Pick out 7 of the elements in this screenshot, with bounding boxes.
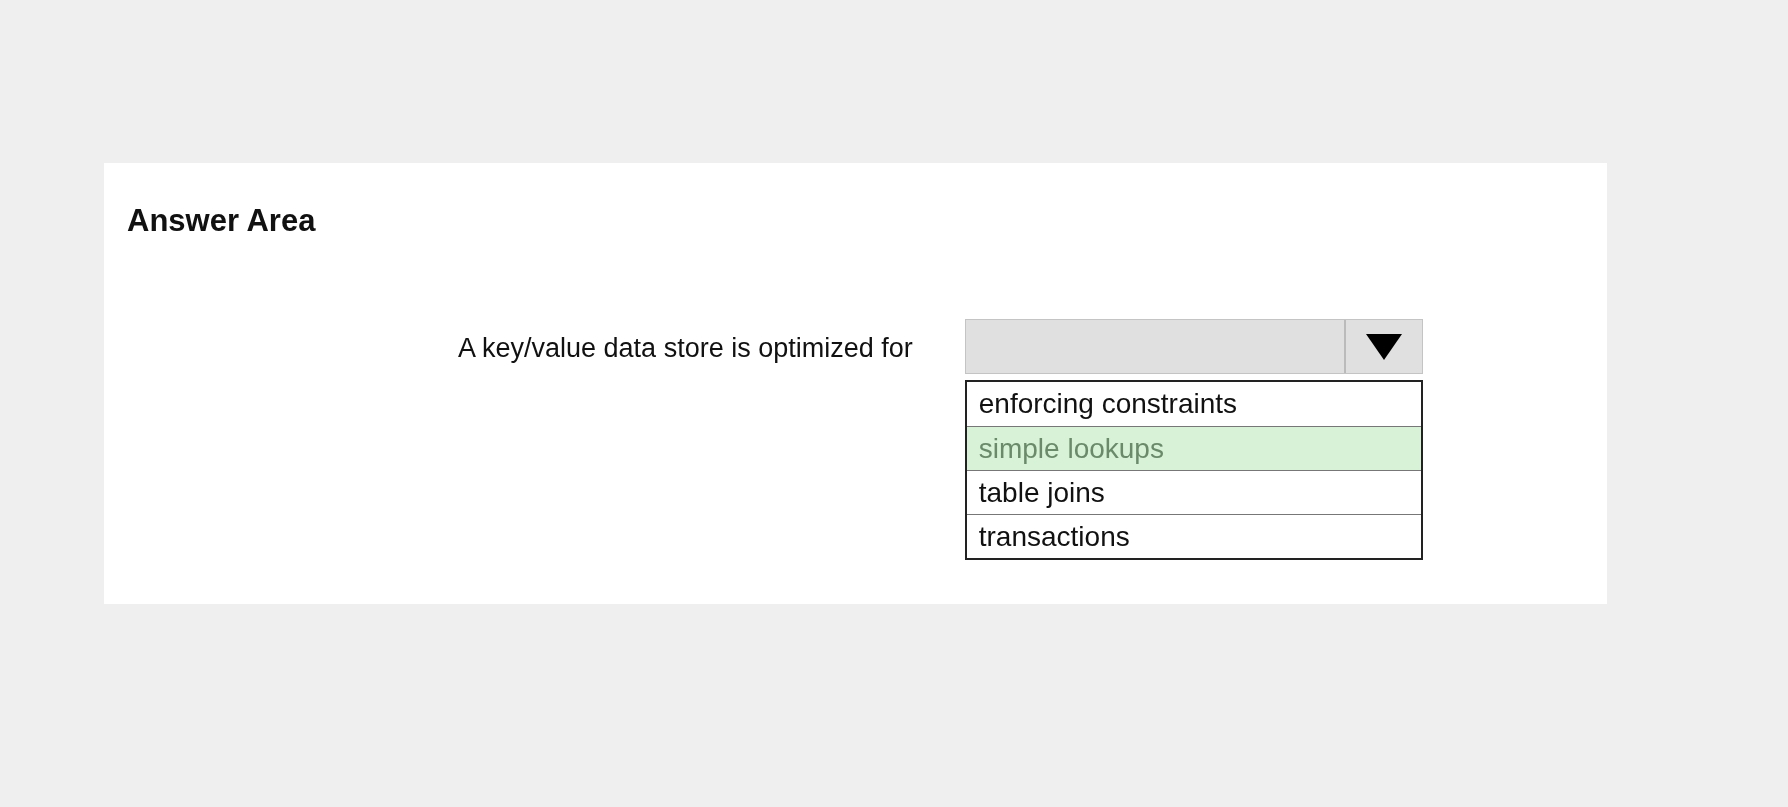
dropdown-option[interactable]: transactions: [966, 514, 1421, 558]
dropdown-option[interactable]: enforcing constraints: [966, 382, 1421, 426]
dropdown-option[interactable]: table joins: [966, 470, 1421, 514]
dropdown[interactable]: [964, 319, 1423, 374]
panel-title: Answer Area: [127, 203, 317, 239]
question-text: A key/value data store is optimized for: [458, 333, 913, 364]
caret-icon: [1365, 333, 1402, 360]
